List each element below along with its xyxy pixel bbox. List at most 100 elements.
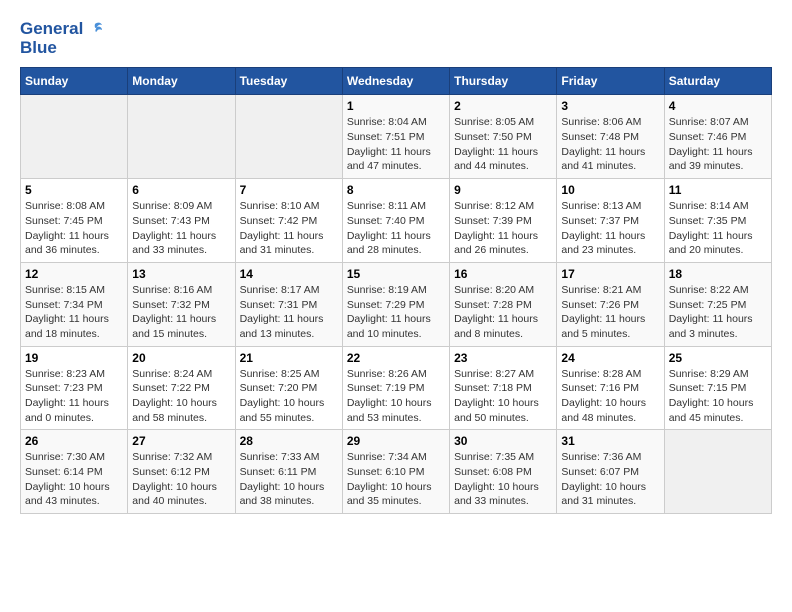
day-number: 17: [561, 267, 659, 281]
header-monday: Monday: [128, 68, 235, 95]
day-info: Sunrise: 8:06 AMSunset: 7:48 PMDaylight:…: [561, 115, 659, 174]
logo: General Blue: [20, 20, 103, 57]
calendar-cell: [128, 95, 235, 179]
day-info: Sunrise: 8:27 AMSunset: 7:18 PMDaylight:…: [454, 367, 552, 426]
header-wednesday: Wednesday: [342, 68, 449, 95]
day-info: Sunrise: 8:22 AMSunset: 7:25 PMDaylight:…: [669, 283, 767, 342]
day-info: Sunrise: 7:32 AMSunset: 6:12 PMDaylight:…: [132, 450, 230, 509]
day-number: 20: [132, 351, 230, 365]
day-number: 13: [132, 267, 230, 281]
week-row-2: 12 Sunrise: 8:15 AMSunset: 7:34 PMDaylig…: [21, 262, 772, 346]
day-number: 10: [561, 183, 659, 197]
day-number: 4: [669, 99, 767, 113]
calendar-cell: 13 Sunrise: 8:16 AMSunset: 7:32 PMDaylig…: [128, 262, 235, 346]
calendar-cell: 11 Sunrise: 8:14 AMSunset: 7:35 PMDaylig…: [664, 179, 771, 263]
calendar-cell: 19 Sunrise: 8:23 AMSunset: 7:23 PMDaylig…: [21, 346, 128, 430]
day-number: 26: [25, 434, 123, 448]
page-header: General Blue: [20, 20, 772, 57]
calendar-cell: [21, 95, 128, 179]
day-number: 25: [669, 351, 767, 365]
day-number: 19: [25, 351, 123, 365]
day-info: Sunrise: 8:20 AMSunset: 7:28 PMDaylight:…: [454, 283, 552, 342]
logo-general: General: [20, 20, 83, 39]
day-number: 30: [454, 434, 552, 448]
calendar-table: SundayMondayTuesdayWednesdayThursdayFrid…: [20, 67, 772, 514]
day-number: 7: [240, 183, 338, 197]
calendar-cell: 2 Sunrise: 8:05 AMSunset: 7:50 PMDayligh…: [450, 95, 557, 179]
day-number: 8: [347, 183, 445, 197]
calendar-cell: 5 Sunrise: 8:08 AMSunset: 7:45 PMDayligh…: [21, 179, 128, 263]
calendar-cell: 14 Sunrise: 8:17 AMSunset: 7:31 PMDaylig…: [235, 262, 342, 346]
day-number: 23: [454, 351, 552, 365]
day-info: Sunrise: 8:21 AMSunset: 7:26 PMDaylight:…: [561, 283, 659, 342]
calendar-cell: 27 Sunrise: 7:32 AMSunset: 6:12 PMDaylig…: [128, 430, 235, 514]
calendar-cell: [235, 95, 342, 179]
day-number: 9: [454, 183, 552, 197]
calendar-cell: 12 Sunrise: 8:15 AMSunset: 7:34 PMDaylig…: [21, 262, 128, 346]
logo-bird-icon: [85, 20, 103, 38]
day-number: 2: [454, 99, 552, 113]
day-info: Sunrise: 7:34 AMSunset: 6:10 PMDaylight:…: [347, 450, 445, 509]
calendar-cell: 1 Sunrise: 8:04 AMSunset: 7:51 PMDayligh…: [342, 95, 449, 179]
day-info: Sunrise: 8:17 AMSunset: 7:31 PMDaylight:…: [240, 283, 338, 342]
calendar-cell: 26 Sunrise: 7:30 AMSunset: 6:14 PMDaylig…: [21, 430, 128, 514]
calendar-cell: 17 Sunrise: 8:21 AMSunset: 7:26 PMDaylig…: [557, 262, 664, 346]
calendar-cell: 31 Sunrise: 7:36 AMSunset: 6:07 PMDaylig…: [557, 430, 664, 514]
day-number: 28: [240, 434, 338, 448]
day-info: Sunrise: 8:23 AMSunset: 7:23 PMDaylight:…: [25, 367, 123, 426]
calendar-cell: 16 Sunrise: 8:20 AMSunset: 7:28 PMDaylig…: [450, 262, 557, 346]
day-info: Sunrise: 8:16 AMSunset: 7:32 PMDaylight:…: [132, 283, 230, 342]
day-info: Sunrise: 8:08 AMSunset: 7:45 PMDaylight:…: [25, 199, 123, 258]
calendar-cell: 22 Sunrise: 8:26 AMSunset: 7:19 PMDaylig…: [342, 346, 449, 430]
day-info: Sunrise: 8:12 AMSunset: 7:39 PMDaylight:…: [454, 199, 552, 258]
week-row-0: 1 Sunrise: 8:04 AMSunset: 7:51 PMDayligh…: [21, 95, 772, 179]
header-thursday: Thursday: [450, 68, 557, 95]
calendar-cell: 28 Sunrise: 7:33 AMSunset: 6:11 PMDaylig…: [235, 430, 342, 514]
day-info: Sunrise: 8:29 AMSunset: 7:15 PMDaylight:…: [669, 367, 767, 426]
calendar-cell: 10 Sunrise: 8:13 AMSunset: 7:37 PMDaylig…: [557, 179, 664, 263]
header-tuesday: Tuesday: [235, 68, 342, 95]
calendar-cell: 7 Sunrise: 8:10 AMSunset: 7:42 PMDayligh…: [235, 179, 342, 263]
day-number: 11: [669, 183, 767, 197]
header-friday: Friday: [557, 68, 664, 95]
day-info: Sunrise: 7:33 AMSunset: 6:11 PMDaylight:…: [240, 450, 338, 509]
week-row-3: 19 Sunrise: 8:23 AMSunset: 7:23 PMDaylig…: [21, 346, 772, 430]
week-row-1: 5 Sunrise: 8:08 AMSunset: 7:45 PMDayligh…: [21, 179, 772, 263]
day-info: Sunrise: 8:11 AMSunset: 7:40 PMDaylight:…: [347, 199, 445, 258]
day-number: 1: [347, 99, 445, 113]
calendar-cell: [664, 430, 771, 514]
day-info: Sunrise: 7:35 AMSunset: 6:08 PMDaylight:…: [454, 450, 552, 509]
calendar-cell: 4 Sunrise: 8:07 AMSunset: 7:46 PMDayligh…: [664, 95, 771, 179]
week-row-4: 26 Sunrise: 7:30 AMSunset: 6:14 PMDaylig…: [21, 430, 772, 514]
day-number: 21: [240, 351, 338, 365]
calendar-cell: 3 Sunrise: 8:06 AMSunset: 7:48 PMDayligh…: [557, 95, 664, 179]
day-info: Sunrise: 8:26 AMSunset: 7:19 PMDaylight:…: [347, 367, 445, 426]
calendar-cell: 20 Sunrise: 8:24 AMSunset: 7:22 PMDaylig…: [128, 346, 235, 430]
day-info: Sunrise: 8:15 AMSunset: 7:34 PMDaylight:…: [25, 283, 123, 342]
calendar-cell: 24 Sunrise: 8:28 AMSunset: 7:16 PMDaylig…: [557, 346, 664, 430]
day-number: 22: [347, 351, 445, 365]
day-number: 24: [561, 351, 659, 365]
day-number: 16: [454, 267, 552, 281]
day-info: Sunrise: 8:25 AMSunset: 7:20 PMDaylight:…: [240, 367, 338, 426]
logo-blue: Blue: [20, 39, 57, 58]
day-number: 18: [669, 267, 767, 281]
calendar-cell: 23 Sunrise: 8:27 AMSunset: 7:18 PMDaylig…: [450, 346, 557, 430]
day-number: 3: [561, 99, 659, 113]
day-number: 12: [25, 267, 123, 281]
calendar-header-row: SundayMondayTuesdayWednesdayThursdayFrid…: [21, 68, 772, 95]
day-info: Sunrise: 8:05 AMSunset: 7:50 PMDaylight:…: [454, 115, 552, 174]
day-number: 14: [240, 267, 338, 281]
day-info: Sunrise: 8:09 AMSunset: 7:43 PMDaylight:…: [132, 199, 230, 258]
day-info: Sunrise: 8:07 AMSunset: 7:46 PMDaylight:…: [669, 115, 767, 174]
day-number: 5: [25, 183, 123, 197]
day-number: 29: [347, 434, 445, 448]
calendar-cell: 6 Sunrise: 8:09 AMSunset: 7:43 PMDayligh…: [128, 179, 235, 263]
day-info: Sunrise: 8:10 AMSunset: 7:42 PMDaylight:…: [240, 199, 338, 258]
calendar-cell: 15 Sunrise: 8:19 AMSunset: 7:29 PMDaylig…: [342, 262, 449, 346]
calendar-cell: 18 Sunrise: 8:22 AMSunset: 7:25 PMDaylig…: [664, 262, 771, 346]
header-sunday: Sunday: [21, 68, 128, 95]
day-info: Sunrise: 8:14 AMSunset: 7:35 PMDaylight:…: [669, 199, 767, 258]
calendar-cell: 9 Sunrise: 8:12 AMSunset: 7:39 PMDayligh…: [450, 179, 557, 263]
calendar-cell: 25 Sunrise: 8:29 AMSunset: 7:15 PMDaylig…: [664, 346, 771, 430]
